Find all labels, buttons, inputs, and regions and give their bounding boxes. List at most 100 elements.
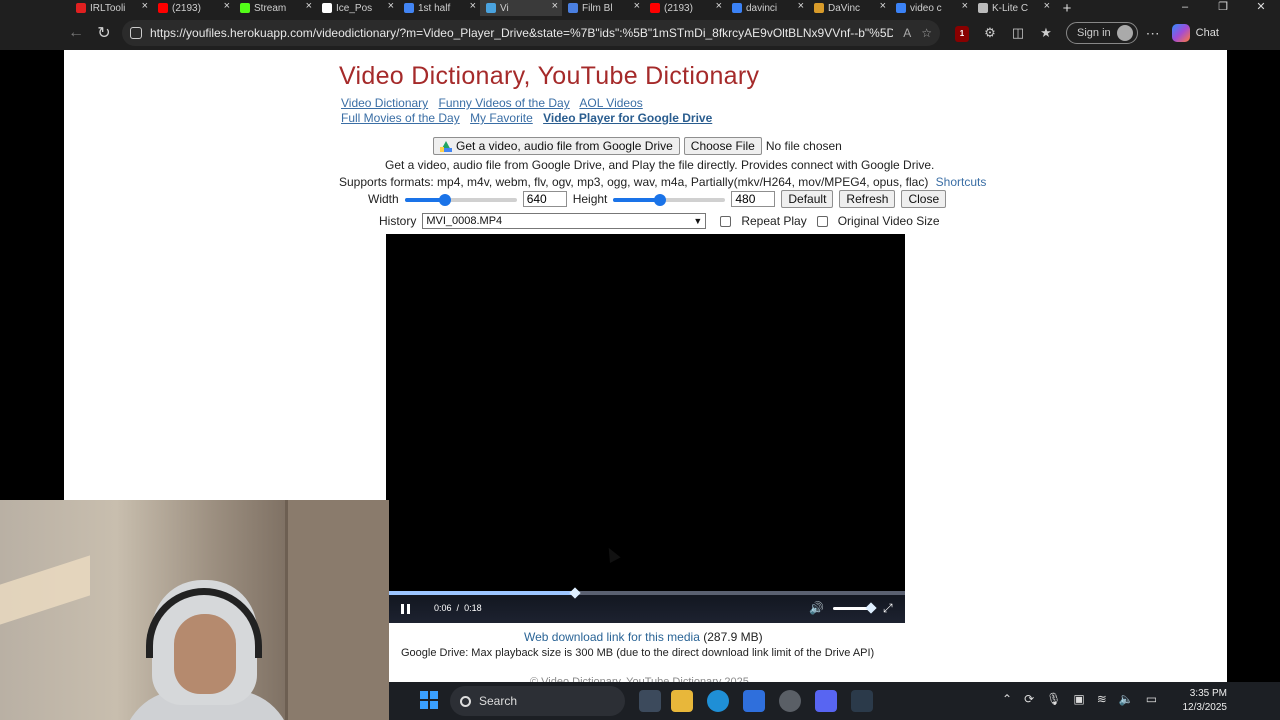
tab-close-icon[interactable]: × [962,0,968,12]
tab-favicon-icon [814,3,824,13]
tab-close-icon[interactable]: × [142,0,148,12]
nav-link-funny-videos[interactable]: Funny Videos of the Day [439,96,570,110]
nav-row-1: Video Dictionary Funny Videos of the Day… [341,96,650,110]
description-text: Get a video, audio file from Google Driv… [385,158,935,172]
copilot-chat-button[interactable]: Chat [1171,24,1219,42]
tab-favicon-icon [486,3,496,13]
volume-slider-thumb[interactable] [865,602,877,614]
task-view-icon[interactable] [639,690,661,712]
taskbar-search[interactable]: Search [450,686,625,716]
browser-tab[interactable]: video c × [890,0,972,16]
seek-bar-thumb[interactable] [569,587,581,599]
tab-close-icon[interactable]: × [880,0,886,12]
windows-start-icon[interactable] [420,691,438,709]
close-button[interactable]: Close [901,190,947,208]
favorites-icon[interactable]: ★ [1032,25,1060,41]
tab-label: davinci [746,2,778,14]
shortcuts-link[interactable]: Shortcuts [936,175,987,189]
height-input[interactable] [731,191,776,207]
sync-icon[interactable]: ⟳ [1024,692,1034,706]
discord-icon[interactable] [815,690,837,712]
pause-icon[interactable] [401,604,411,614]
obs-icon[interactable] [779,690,801,712]
browser-tab[interactable]: Film Bl × [562,0,644,16]
tab-close-icon[interactable]: × [388,0,394,12]
signin-button[interactable]: Sign in [1066,22,1138,44]
tab-close-icon[interactable]: × [470,0,476,12]
tab-favicon-icon [978,3,988,13]
volume-icon[interactable]: 🔊 [809,601,824,615]
tab-close-icon[interactable]: × [306,0,312,12]
choose-file-button[interactable]: Choose File [683,137,762,155]
read-aloud-icon[interactable]: A [903,26,911,40]
chevron-up-icon[interactable]: ⌃ [1002,692,1012,706]
height-slider[interactable] [613,193,726,206]
browser-tab[interactable]: 1st half × [398,0,480,16]
battery-icon[interactable]: ▭ [1146,692,1157,706]
more-menu-icon[interactable]: ⋯ [1138,25,1168,42]
browser-tab[interactable]: Vi × [480,0,562,16]
close-window-button[interactable]: ✕ [1242,0,1280,16]
edge-browser-icon[interactable] [707,690,729,712]
split-screen-icon[interactable]: ◫ [1004,25,1032,41]
seek-bar[interactable] [389,587,905,599]
current-time: 0:06 [434,603,452,613]
browser-tab[interactable]: Ice_Pos × [316,0,398,16]
width-slider-thumb[interactable] [439,194,451,206]
browser-tab[interactable]: DaVinc × [808,0,890,16]
favorite-star-icon[interactable]: ☆ [921,26,932,40]
refresh-button[interactable]: Refresh [839,190,896,208]
store-icon[interactable] [743,690,765,712]
fullscreen-icon[interactable]: ⤢ [883,601,893,616]
ublock-extension-icon[interactable]: 1 [948,24,976,42]
reload-button[interactable]: ↻ [90,19,118,47]
browser-tab[interactable]: IRLTooli × [70,0,152,16]
restore-button[interactable]: ❐ [1204,0,1242,16]
url-text[interactable]: https://youfiles.herokuapp.com/videodict… [150,26,893,40]
nav-link-full-movies[interactable]: Full Movies of the Day [341,111,460,125]
minimize-button[interactable]: – [1166,0,1204,16]
width-input[interactable] [522,191,567,207]
browser-tab[interactable]: Stream × [234,0,316,16]
microphone-icon[interactable]: 🎙 [1046,692,1061,706]
browser-tab[interactable]: (2193) × [152,0,234,16]
nav-link-my-favorite[interactable]: My Favorite [470,111,533,125]
browser-tab[interactable]: (2193) × [644,0,726,16]
nav-link-aol-videos[interactable]: AOL Videos [579,96,642,110]
height-slider-thumb[interactable] [654,194,667,206]
browser-tab[interactable]: K-Lite C × [972,0,1054,16]
video-player[interactable]: 0:06 / 0:18 🔊 ⤢ [386,234,905,623]
nav-link-video-dictionary[interactable]: Video Dictionary [341,96,428,110]
browser-tab-strip: IRLTooli × (2193) × Stream × Ice_Pos × 1st half ×… [0,0,1280,17]
tab-close-icon[interactable]: × [716,0,722,12]
signin-label: Sign in [1077,27,1111,39]
new-tab-button[interactable]: + [1054,0,1080,17]
system-clock[interactable]: 3:35 PM 12/3/2025 [1169,687,1228,715]
display-icon[interactable]: ▣ [1073,692,1084,706]
original-size-checkbox[interactable] [816,215,828,227]
tab-close-icon[interactable]: × [1044,0,1050,12]
site-info-icon[interactable] [130,27,142,39]
width-slider[interactable] [404,193,517,206]
default-button[interactable]: Default [781,190,834,208]
tab-label: Ice_Pos [336,2,373,14]
repeat-play-checkbox[interactable] [720,215,732,227]
file-explorer-icon[interactable] [671,690,693,712]
back-button[interactable]: ← [62,19,90,47]
davinci-resolve-icon[interactable] [851,690,873,712]
browser-tab[interactable]: davinci × [726,0,808,16]
speaker-icon[interactable]: 🔈 [1119,692,1134,706]
nav-link-video-player-drive[interactable]: Video Player for Google Drive [543,111,712,125]
tab-close-icon[interactable]: × [224,0,230,12]
wifi-icon[interactable]: ≋ [1097,692,1107,706]
tab-close-icon[interactable]: × [552,0,558,12]
history-select[interactable]: MVI_0008.MP4 ▼ [422,213,707,229]
download-link[interactable]: Web download link for this media [524,630,700,644]
history-label: History [379,214,417,228]
tab-close-icon[interactable]: × [634,0,640,12]
google-drive-button[interactable]: Get a video, audio file from Google Driv… [433,137,680,155]
extensions-icon[interactable]: ⚙ [976,25,1004,41]
tab-close-icon[interactable]: × [798,0,804,12]
volume-slider[interactable] [833,602,877,614]
address-bar[interactable]: https://youfiles.herokuapp.com/videodict… [122,20,940,46]
